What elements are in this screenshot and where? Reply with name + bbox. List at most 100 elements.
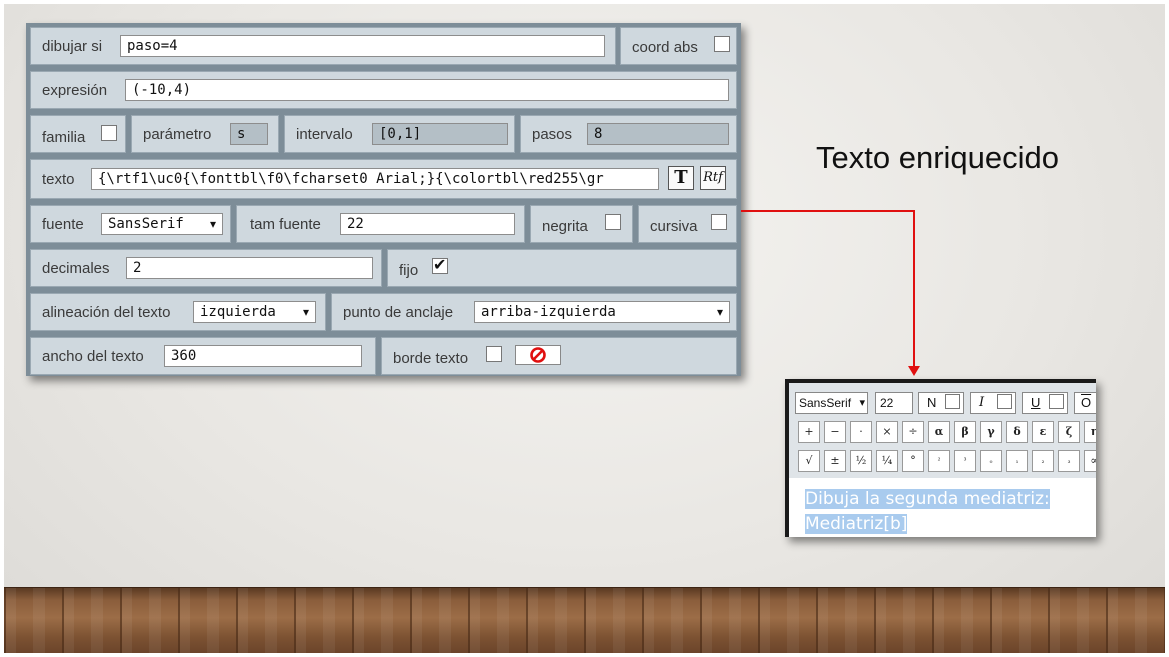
symbol-key[interactable]: ³ bbox=[954, 450, 976, 472]
editor-bold-checkbox[interactable] bbox=[945, 394, 960, 409]
expression-row: expresión (-10,4) bbox=[30, 71, 737, 109]
symbol-key[interactable]: ² bbox=[928, 450, 950, 472]
symbol-key[interactable]: η bbox=[1084, 421, 1096, 443]
editor-text-line-2: Mediatriz[b] bbox=[805, 514, 908, 534]
anchor-select-value: arriba-izquierda bbox=[481, 304, 616, 320]
symbol-key[interactable]: ½ bbox=[850, 450, 872, 472]
symbol-key[interactable]: ₂ bbox=[1032, 450, 1054, 472]
text-width-label: ancho del texto bbox=[42, 348, 144, 365]
bold-label: negrita bbox=[542, 218, 588, 235]
editor-font-select[interactable]: SansSerif ▾ bbox=[795, 392, 868, 414]
symbol-key[interactable]: − bbox=[824, 421, 846, 443]
chevron-down-icon: ▾ bbox=[302, 305, 309, 319]
editor-overline-toggle[interactable]: O bbox=[1074, 392, 1096, 414]
italic-label: cursiva bbox=[650, 218, 698, 235]
editor-size-input[interactable]: 22 bbox=[875, 392, 913, 414]
bold-checkbox[interactable] bbox=[605, 214, 621, 230]
config-dialog: dibujar si paso=4 coord abs expresión (-… bbox=[26, 23, 741, 376]
wood-floor-decoration bbox=[4, 587, 1165, 653]
draw-if-input[interactable]: paso=4 bbox=[120, 35, 605, 57]
editor-italic-checkbox[interactable] bbox=[997, 394, 1012, 409]
coord-abs-checkbox[interactable] bbox=[714, 36, 730, 52]
symbol-key[interactable]: + bbox=[798, 421, 820, 443]
editor-underline-label: U bbox=[1031, 395, 1041, 410]
font-select-value: SansSerif bbox=[108, 216, 184, 232]
text-border-checkbox[interactable] bbox=[486, 346, 502, 362]
family-checkbox[interactable] bbox=[101, 125, 117, 141]
text-align-row: alineación del texto izquierda ▾ bbox=[30, 293, 326, 331]
parameter-label: parámetro bbox=[143, 126, 212, 143]
text-width-input[interactable]: 360 bbox=[164, 345, 362, 367]
editor-bold-label: N bbox=[927, 395, 937, 410]
symbol-key[interactable]: ± bbox=[824, 450, 846, 472]
fixed-checkbox[interactable] bbox=[432, 255, 448, 275]
editor-italic-label: I bbox=[979, 395, 985, 410]
fixed-row: fijo bbox=[387, 249, 737, 287]
editor-italic-toggle[interactable]: I bbox=[970, 392, 1016, 414]
symbol-key[interactable]: ÷ bbox=[902, 421, 924, 443]
symbol-key[interactable]: ₃ bbox=[1058, 450, 1080, 472]
symbol-key[interactable]: γ bbox=[980, 421, 1002, 443]
font-size-label: tam fuente bbox=[250, 216, 321, 233]
text-align-select-value: izquierda bbox=[200, 304, 276, 320]
editor-bold-toggle[interactable]: N bbox=[918, 392, 964, 414]
border-color-button[interactable] bbox=[515, 345, 561, 365]
steps-label: pasos bbox=[532, 126, 573, 143]
rtf-editor-button[interactable]: Rtf bbox=[700, 166, 726, 190]
text-editor-button[interactable]: T bbox=[668, 166, 694, 190]
italic-checkbox[interactable] bbox=[711, 214, 727, 230]
expression-label: expresión bbox=[42, 82, 108, 99]
anchor-label: punto de anclaje bbox=[343, 304, 454, 321]
symbol-key[interactable]: ε bbox=[1032, 421, 1054, 443]
steps-row: pasos 8 bbox=[520, 115, 737, 153]
coord-abs-row: coord abs bbox=[620, 27, 737, 65]
editor-text-area[interactable]: Dibuja la segunda mediatriz: Mediatriz[b… bbox=[805, 487, 1050, 537]
symbol-key[interactable]: β bbox=[954, 421, 976, 443]
editor-text-line-1: Dibuja la segunda mediatriz: bbox=[805, 489, 1050, 509]
draw-if-label: dibujar si bbox=[42, 38, 103, 55]
interval-input[interactable]: [0,1] bbox=[372, 123, 508, 145]
symbol-key[interactable]: √ bbox=[798, 450, 820, 472]
chevron-down-icon: ▾ bbox=[859, 397, 865, 409]
steps-input[interactable]: 8 bbox=[587, 123, 729, 145]
slide-title: Texto enriquecido bbox=[816, 140, 1059, 175]
font-size-input[interactable]: 22 bbox=[340, 213, 515, 235]
symbol-key[interactable]: α bbox=[928, 421, 950, 443]
editor-toolbar: SansSerif ▾ 22 N I U O +−·×÷αβγδεζη √±½¼… bbox=[789, 383, 1096, 478]
symbol-key[interactable]: δ bbox=[1006, 421, 1028, 443]
symbol-key[interactable]: ₁ bbox=[1006, 450, 1028, 472]
anchor-row: punto de anclaje arriba-izquierda ▾ bbox=[331, 293, 737, 331]
symbol-key[interactable]: ζ bbox=[1058, 421, 1080, 443]
interval-row: intervalo [0,1] bbox=[284, 115, 515, 153]
editor-underline-checkbox[interactable] bbox=[1049, 394, 1064, 409]
text-border-label: borde texto bbox=[393, 350, 469, 367]
symbol-key[interactable]: · bbox=[850, 421, 872, 443]
decimals-row: decimales 2 bbox=[30, 249, 382, 287]
symbol-key[interactable]: ° bbox=[902, 450, 924, 472]
text-input[interactable]: {\rtf1\uc0{\fonttbl\f0\fcharset0 Arial;}… bbox=[91, 168, 659, 190]
text-align-select[interactable]: izquierda ▾ bbox=[193, 301, 316, 323]
anchor-select[interactable]: arriba-izquierda ▾ bbox=[474, 301, 730, 323]
expression-input[interactable]: (-10,4) bbox=[125, 79, 729, 101]
text-align-label: alineación del texto bbox=[42, 304, 171, 321]
family-row: familia bbox=[30, 115, 126, 153]
decimals-input[interactable]: 2 bbox=[126, 257, 373, 279]
editor-underline-toggle[interactable]: U bbox=[1022, 392, 1068, 414]
decimals-label: decimales bbox=[42, 260, 110, 277]
symbol-key[interactable]: ∞ bbox=[1084, 450, 1096, 472]
font-size-row: tam fuente 22 bbox=[236, 205, 525, 243]
symbol-key[interactable]: × bbox=[876, 421, 898, 443]
arrow-head bbox=[908, 366, 920, 376]
font-row: fuente SansSerif ▾ bbox=[30, 205, 231, 243]
editor-overline-label: O bbox=[1081, 395, 1092, 410]
text-label: texto bbox=[42, 171, 75, 188]
chevron-down-icon: ▾ bbox=[209, 217, 216, 231]
coord-abs-label: coord abs bbox=[632, 39, 698, 56]
symbol-key[interactable]: ¼ bbox=[876, 450, 898, 472]
family-label: familia bbox=[42, 129, 86, 146]
parameter-input[interactable]: s bbox=[230, 123, 268, 145]
fixed-label: fijo bbox=[399, 262, 419, 279]
font-select[interactable]: SansSerif ▾ bbox=[101, 213, 223, 235]
rich-text-editor: SansSerif ▾ 22 N I U O +−·×÷αβγδεζη √±½¼… bbox=[785, 379, 1096, 537]
symbol-key[interactable]: ₀ bbox=[980, 450, 1002, 472]
